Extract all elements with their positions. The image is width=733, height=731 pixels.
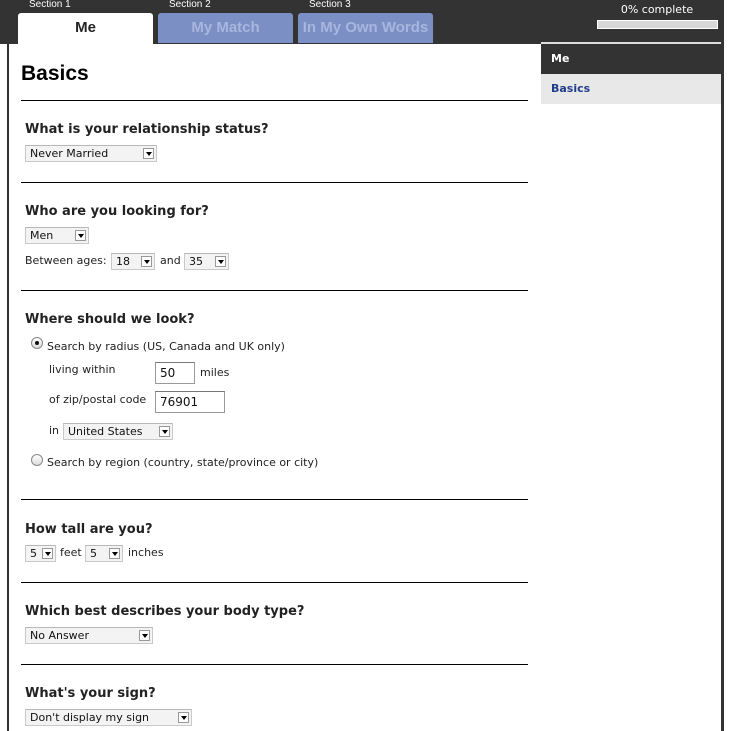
inches-label: inches: [128, 546, 164, 559]
section-2-label: Section 2: [169, 0, 211, 10]
gender-select[interactable]: Men: [25, 227, 89, 244]
height-question: How tall are you?: [25, 522, 153, 537]
chevron-down-icon: [143, 148, 154, 159]
tab-in-my-own-words[interactable]: In My Own Words: [298, 13, 433, 43]
body-type-question: Which best describes your body type?: [25, 604, 305, 619]
distance-input[interactable]: 50: [155, 362, 195, 384]
height-inches-value: 5: [90, 547, 97, 560]
chevron-down-icon: [178, 712, 189, 723]
sidebar-item-basics[interactable]: Basics: [541, 74, 721, 104]
divider: [21, 582, 528, 583]
radius-option-label: Search by radius (US, Canada and UK only…: [47, 340, 285, 353]
min-age-select[interactable]: 18: [111, 253, 155, 270]
chevron-down-icon: [42, 548, 53, 559]
max-age-value: 35: [189, 255, 203, 268]
left-frame-border: [7, 44, 9, 731]
country-value: United States: [68, 425, 143, 438]
body-type-value: No Answer: [30, 629, 89, 642]
divider: [21, 100, 528, 101]
divider: [21, 182, 528, 183]
zip-label: of zip/postal code: [49, 393, 147, 406]
feet-label: feet: [60, 546, 82, 559]
divider: [21, 499, 528, 500]
looking-for-question: Who are you looking for?: [25, 204, 209, 219]
page-title: Basics: [21, 62, 89, 85]
chevron-down-icon: [215, 256, 226, 267]
relationship-status-value: Never Married: [30, 147, 109, 160]
location-question: Where should we look?: [25, 312, 195, 327]
section-3-label: Section 3: [309, 0, 351, 10]
section-1-label: Section 1: [29, 0, 71, 10]
gender-value: Men: [30, 229, 54, 242]
tab-my-match[interactable]: My Match: [158, 13, 293, 43]
progress-bar: [597, 20, 718, 29]
min-age-value: 18: [116, 255, 130, 268]
chevron-down-icon: [159, 426, 170, 437]
and-label: and: [160, 254, 181, 267]
miles-label: miles: [200, 366, 230, 379]
chevron-down-icon: [139, 630, 150, 641]
height-inches-select[interactable]: 5: [85, 545, 123, 562]
relationship-status-select[interactable]: Never Married: [25, 145, 157, 162]
radius-radio[interactable]: [31, 337, 43, 349]
sidebar-header: Me: [541, 44, 721, 74]
sign-select[interactable]: Don't display my sign: [25, 709, 192, 726]
tab-me[interactable]: Me: [18, 13, 153, 44]
relationship-question: What is your relationship status?: [25, 122, 269, 137]
country-select[interactable]: United States: [63, 423, 173, 440]
chevron-down-icon: [75, 230, 86, 241]
living-within-label: living within: [49, 363, 116, 376]
chevron-down-icon: [109, 548, 120, 559]
sign-question: What's your sign?: [25, 686, 156, 701]
page-margin: [724, 0, 733, 731]
region-option-label: Search by region (country, state/provinc…: [47, 456, 319, 469]
height-feet-value: 5: [30, 547, 37, 560]
zip-input[interactable]: 76901: [155, 391, 225, 413]
divider: [21, 290, 528, 291]
ages-label: Between ages:: [25, 254, 107, 267]
body-type-select[interactable]: No Answer: [25, 627, 153, 644]
divider: [21, 664, 528, 665]
progress-label: 0% complete: [620, 3, 694, 16]
max-age-select[interactable]: 35: [184, 253, 229, 270]
height-feet-select[interactable]: 5: [25, 545, 56, 562]
region-radio[interactable]: [31, 454, 43, 466]
chevron-down-icon: [141, 256, 152, 267]
in-label: in: [49, 424, 60, 437]
sign-value: Don't display my sign: [30, 711, 150, 724]
